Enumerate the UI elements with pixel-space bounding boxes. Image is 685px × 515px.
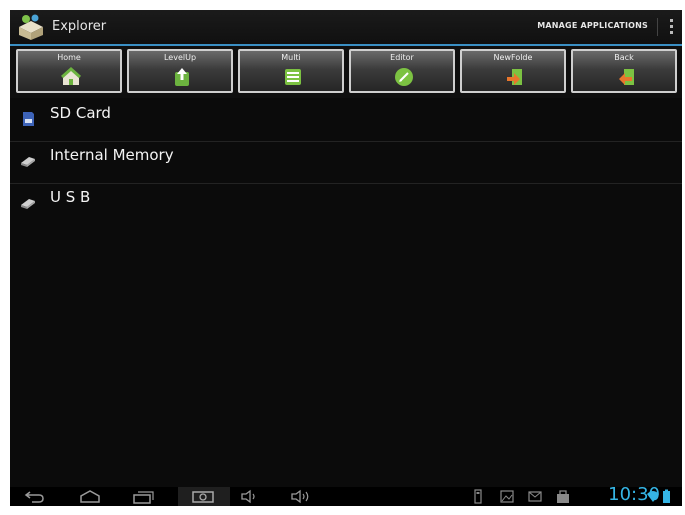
back-nav-icon[interactable] — [24, 489, 46, 504]
new-folder-button[interactable]: NewFolde — [460, 49, 566, 93]
manage-applications-button[interactable]: MANAGE APPLICATIONS — [537, 21, 648, 30]
usb-icon — [474, 489, 482, 504]
bag-icon — [557, 490, 569, 503]
list-item-label: U S B — [50, 188, 91, 206]
back-icon — [619, 69, 634, 85]
explorer-app-icon[interactable] — [16, 13, 46, 41]
back-button[interactable]: Back — [571, 49, 677, 93]
image-notification-icon — [500, 490, 514, 503]
android-screen: Explorer MANAGE APPLICATIONS Home LevelU… — [10, 10, 682, 506]
battery-icon — [663, 489, 670, 503]
sd-card-icon — [23, 112, 34, 126]
screenshot-icon[interactable] — [190, 489, 216, 504]
multi-button-label: Multi — [281, 53, 301, 62]
drive-icon — [21, 157, 35, 167]
home-button-label: Home — [57, 53, 81, 62]
list-item-label: Internal Memory — [50, 146, 174, 164]
storage-list: SD Card Internal Memory U S B — [10, 100, 682, 225]
level-up-icon — [175, 68, 189, 86]
new-folder-button-label: NewFolde — [493, 53, 533, 62]
list-item-usb[interactable]: U S B — [10, 184, 682, 225]
multi-button[interactable]: Multi — [238, 49, 344, 93]
home-button[interactable]: Home — [16, 49, 122, 93]
recents-nav-icon[interactable] — [132, 489, 156, 504]
wifi-icon — [647, 491, 659, 502]
list-item-internal-memory[interactable]: Internal Memory — [10, 142, 682, 184]
editor-icon — [395, 68, 413, 86]
volume-up-icon[interactable] — [290, 489, 314, 504]
list-item-sd-card[interactable]: SD Card — [10, 100, 682, 142]
level-up-button-label: LevelUp — [163, 53, 197, 62]
level-up-button[interactable]: LevelUp — [127, 49, 233, 93]
home-nav-icon[interactable] — [78, 489, 102, 504]
list-item-label: SD Card — [50, 104, 111, 122]
mail-icon — [528, 491, 542, 502]
back-button-label: Back — [614, 53, 634, 62]
editor-button-label: Editor — [390, 53, 414, 62]
editor-button[interactable]: Editor — [349, 49, 455, 93]
action-divider — [657, 18, 658, 36]
new-folder-icon — [507, 69, 522, 85]
home-icon — [61, 66, 81, 85]
system-bar: 10:30 — [10, 484, 682, 506]
multi-select-icon — [285, 69, 301, 85]
drive-icon — [21, 199, 35, 209]
overflow-menu-icon[interactable] — [668, 19, 674, 37]
action-bar: Explorer MANAGE APPLICATIONS — [10, 10, 682, 46]
toolbar: Home LevelUp Multi Editor NewFolde Back — [10, 46, 682, 98]
app-title: Explorer — [52, 19, 107, 34]
volume-down-icon[interactable] — [240, 489, 260, 504]
